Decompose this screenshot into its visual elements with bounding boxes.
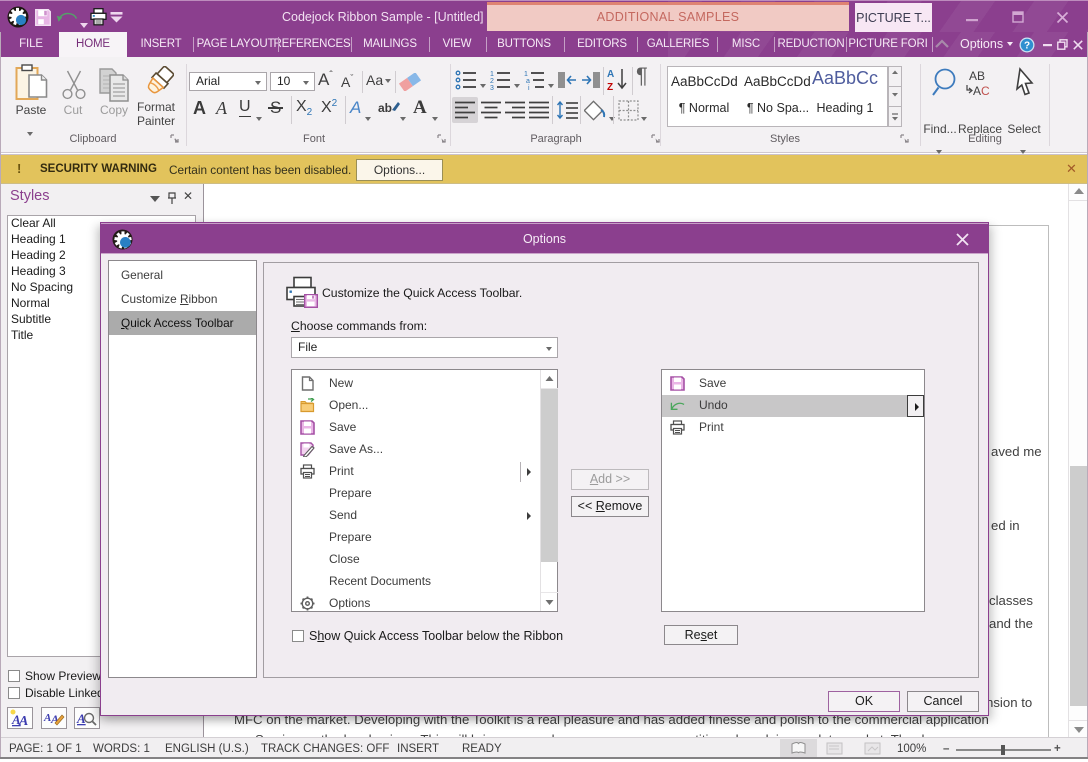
svg-text:2: 2: [490, 78, 494, 85]
svg-text:AC: AC: [973, 84, 990, 98]
svg-text:1: 1: [524, 71, 528, 78]
svg-text:A: A: [607, 69, 614, 80]
svg-text:3: 3: [490, 85, 494, 90]
svg-text:a: a: [526, 78, 530, 85]
svg-text:i: i: [528, 85, 530, 90]
svg-text:?: ?: [1024, 41, 1030, 52]
svg-text:Z: Z: [607, 82, 613, 93]
svg-text:AB: AB: [969, 69, 985, 83]
svg-text:A: A: [18, 714, 28, 728]
svg-text:1: 1: [490, 71, 494, 78]
